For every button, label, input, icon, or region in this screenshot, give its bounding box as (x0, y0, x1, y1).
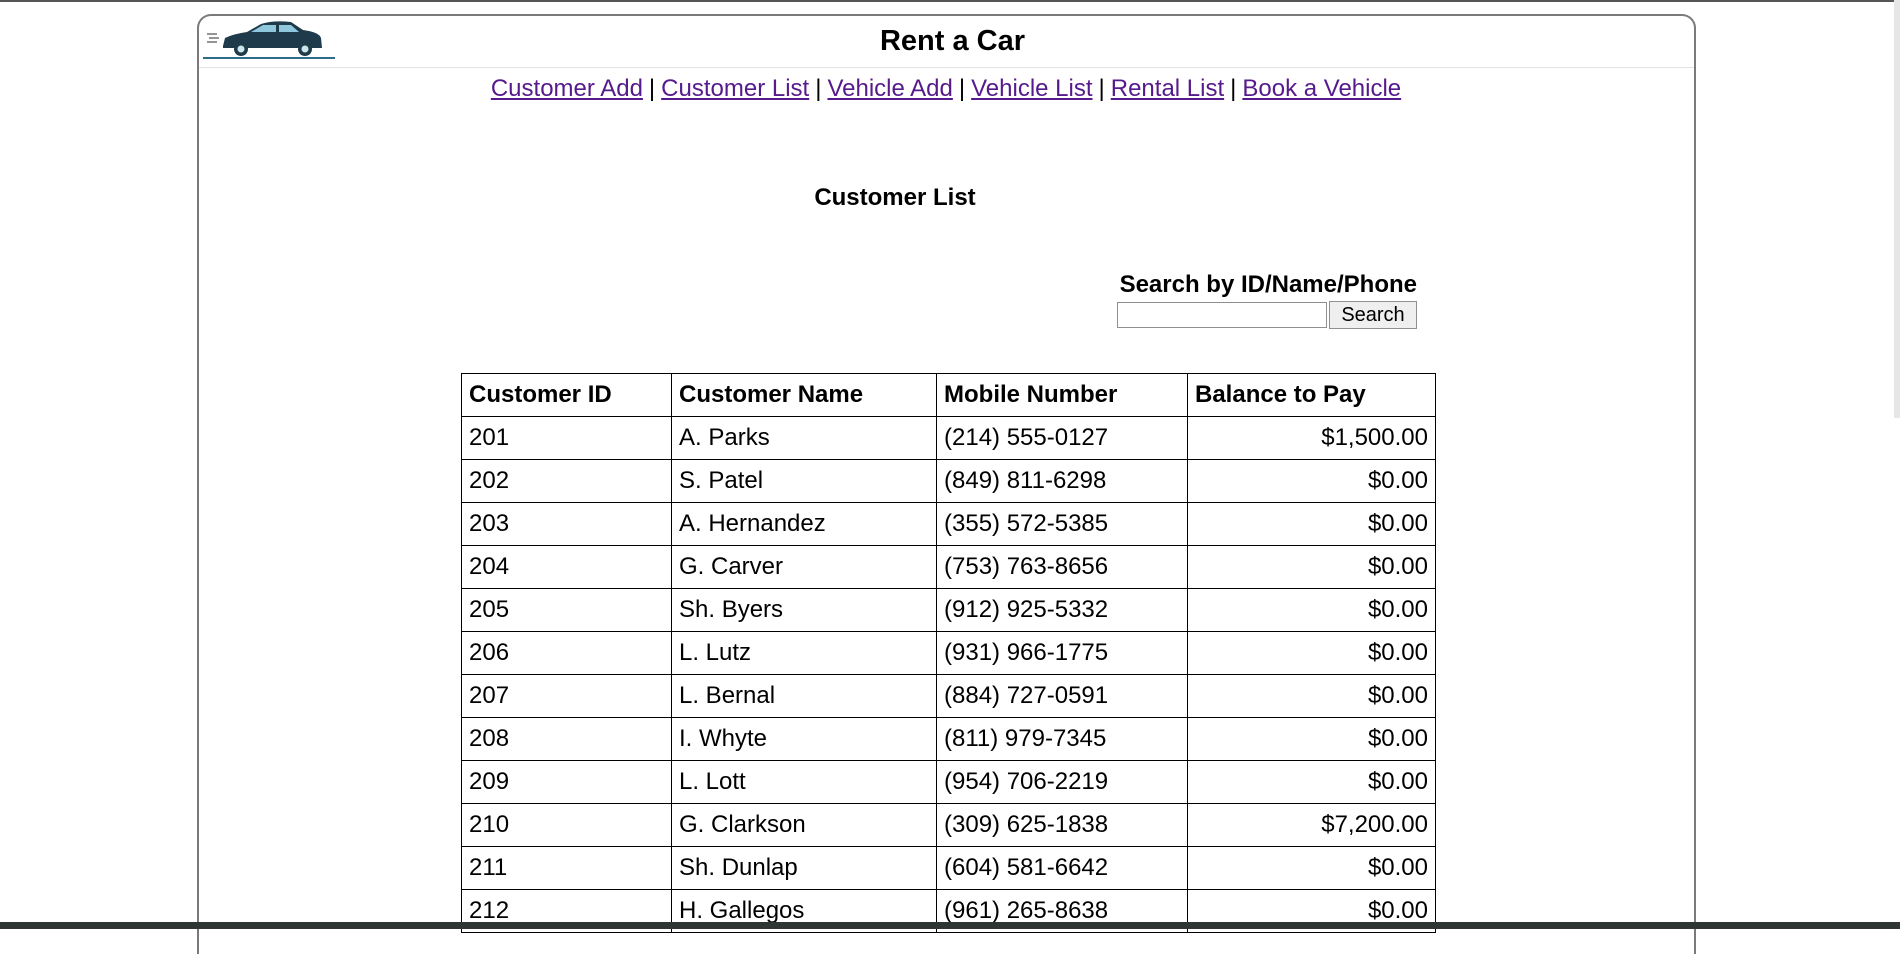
cell-customer-name: Sh. Byers (671, 588, 937, 632)
cell-mobile-number: (309) 625-1838 (936, 803, 1188, 847)
cell-customer-id: 210 (461, 803, 672, 847)
cell-customer-id: 206 (461, 631, 672, 675)
nav-separator: | (1098, 75, 1105, 102)
cell-mobile-number: (811) 979-7345 (936, 717, 1188, 761)
cell-mobile-number: (884) 727-0591 (936, 674, 1188, 718)
cell-mobile-number: (931) 966-1775 (936, 631, 1188, 675)
column-header-customer-name: Customer Name (671, 373, 937, 417)
cell-customer-name: L. Lott (671, 760, 937, 804)
cell-customer-id: 207 (461, 674, 672, 718)
cell-balance: $0.00 (1187, 717, 1436, 761)
site-header: Rent a Car (199, 16, 1694, 68)
column-header-customer-id: Customer ID (461, 373, 672, 417)
nav-customer-list[interactable]: Customer List (661, 75, 809, 102)
cell-balance: $1,500.00 (1187, 416, 1436, 460)
search-row: Search (1107, 301, 1417, 329)
cell-customer-id: 202 (461, 459, 672, 503)
table-row: 201 A. Parks (214) 555-0127 $1,500.00 (461, 416, 1436, 460)
nav-separator: | (958, 75, 966, 102)
search-input[interactable] (1117, 302, 1327, 328)
cell-customer-id: 211 (461, 846, 672, 890)
cell-balance: $0.00 (1187, 846, 1436, 890)
cell-customer-name: I. Whyte (671, 717, 937, 761)
table-row: 211 Sh. Dunlap (604) 581-6642 $0.00 (461, 846, 1436, 890)
cell-customer-name: L. Lutz (671, 631, 937, 675)
cell-customer-name: S. Patel (671, 459, 937, 503)
cell-customer-name: A. Parks (671, 416, 937, 460)
table-row: 207 L. Bernal (884) 727-0591 $0.00 (461, 674, 1436, 718)
main-nav: Customer Add | Customer List | Vehicle Add | V… (199, 75, 1694, 103)
vertical-scrollbar[interactable] (1894, 0, 1900, 418)
cell-customer-name: L. Bernal (671, 674, 937, 718)
nav-customer-add[interactable]: Customer Add (491, 75, 643, 102)
search-button[interactable]: Search (1329, 301, 1417, 329)
window-bottom-border (0, 922, 1900, 929)
nav-vehicle-list[interactable]: Vehicle List (971, 75, 1092, 102)
cell-balance: $0.00 (1187, 588, 1436, 632)
search-panel: Search by ID/Name/Phone Search (1107, 271, 1417, 329)
cell-customer-name: Sh. Dunlap (671, 846, 937, 890)
cell-balance: $7,200.00 (1187, 803, 1436, 847)
window-top-border (0, 0, 1900, 2)
cell-customer-id: 209 (461, 760, 672, 804)
nav-rental-list[interactable]: Rental List (1111, 75, 1224, 102)
table-row: 209 L. Lott (954) 706-2219 $0.00 (461, 760, 1436, 804)
page-container: Rent a Car Customer Add | Customer List | Ve… (197, 14, 1696, 954)
table-row: 208 I. Whyte (811) 979-7345 $0.00 (461, 717, 1436, 761)
nav-separator: | (1230, 75, 1237, 102)
cell-mobile-number: (849) 811-6298 (936, 459, 1188, 503)
cell-balance: $0.00 (1187, 459, 1436, 503)
cell-balance: $0.00 (1187, 631, 1436, 675)
cell-mobile-number: (604) 581-6642 (936, 846, 1188, 890)
cell-balance: $0.00 (1187, 502, 1436, 546)
cell-mobile-number: (355) 572-5385 (936, 502, 1188, 546)
search-label: Search by ID/Name/Phone (1119, 271, 1417, 298)
cell-customer-name: A. Hernandez (671, 502, 937, 546)
cell-balance: $0.00 (1187, 545, 1436, 589)
cell-customer-name: G. Clarkson (671, 803, 937, 847)
cell-balance: $0.00 (1187, 674, 1436, 718)
nav-book-a-vehicle[interactable]: Book a Vehicle (1242, 75, 1401, 102)
cell-customer-id: 203 (461, 502, 672, 546)
table-row: 202 S. Patel (849) 811-6298 $0.00 (461, 459, 1436, 503)
page-heading: Customer List (199, 184, 1694, 212)
nav-vehicle-add[interactable]: Vehicle Add (827, 75, 952, 102)
cell-customer-id: 201 (461, 416, 672, 460)
table-row: 203 A. Hernandez (355) 572-5385 $0.00 (461, 502, 1436, 546)
cell-customer-id: 205 (461, 588, 672, 632)
cell-mobile-number: (912) 925-5332 (936, 588, 1188, 632)
column-header-balance: Balance to Pay (1187, 373, 1436, 417)
cell-mobile-number: (954) 706-2219 (936, 760, 1188, 804)
cell-customer-name: G. Carver (671, 545, 937, 589)
table-row: 204 G. Carver (753) 763-8656 $0.00 (461, 545, 1436, 589)
table-row: 205 Sh. Byers (912) 925-5332 $0.00 (461, 588, 1436, 632)
column-header-mobile-number: Mobile Number (936, 373, 1188, 417)
page-heading-text: Customer List (814, 184, 976, 211)
cell-mobile-number: (753) 763-8656 (936, 545, 1188, 589)
cell-balance: $0.00 (1187, 760, 1436, 804)
cell-customer-id: 208 (461, 717, 672, 761)
nav-separator: | (648, 75, 656, 102)
customer-table-wrapper: Customer ID Customer Name Mobile Number … (461, 373, 1436, 933)
nav-separator: | (815, 75, 822, 102)
customer-table: Customer ID Customer Name Mobile Number … (461, 373, 1436, 933)
cell-customer-id: 204 (461, 545, 672, 589)
table-header-row: Customer ID Customer Name Mobile Number … (461, 373, 1436, 417)
table-row: 210 G. Clarkson (309) 625-1838 $7,200.00 (461, 803, 1436, 847)
cell-mobile-number: (214) 555-0127 (936, 416, 1188, 460)
table-row: 206 L. Lutz (931) 966-1775 $0.00 (461, 631, 1436, 675)
site-title: Rent a Car (879, 25, 1026, 57)
